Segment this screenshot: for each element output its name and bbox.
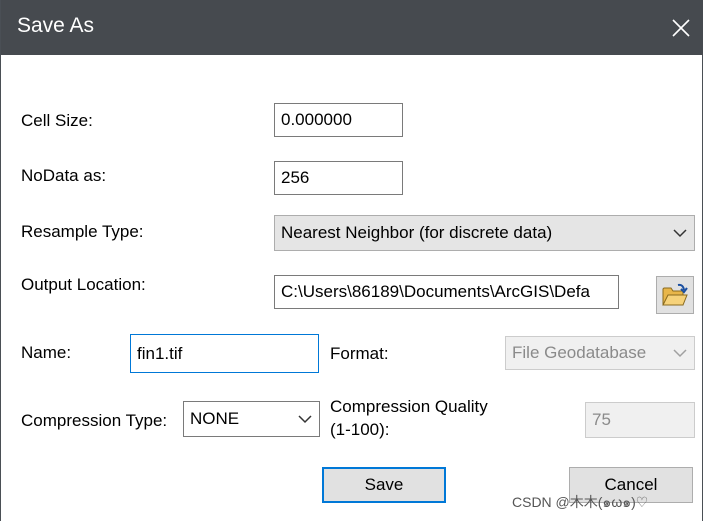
cell-size-value: 0.000000 bbox=[281, 110, 352, 129]
output-location-input[interactable]: C:\Users\86189\Documents\ArcGIS\Defa bbox=[274, 275, 619, 309]
chevron-down-icon bbox=[673, 349, 687, 358]
name-label: Name: bbox=[21, 343, 72, 362]
dialog-title: Save As bbox=[17, 14, 95, 37]
save-as-dialog: Save As Cell Size: 0.000000 NoData as: 2… bbox=[0, 0, 703, 521]
output-location-label: Output Location: bbox=[21, 275, 146, 294]
compression-type-label: Compression Type: bbox=[21, 411, 168, 430]
chevron-down-icon bbox=[673, 229, 687, 238]
compression-quality-label-line2: (1-100): bbox=[330, 420, 390, 439]
output-location-value: C:\Users\86189\Documents\ArcGIS\Defa bbox=[281, 282, 590, 301]
chevron-down-icon bbox=[298, 415, 312, 424]
close-button[interactable] bbox=[658, 0, 703, 55]
open-folder-icon bbox=[662, 283, 688, 306]
title-bar: Save As bbox=[1, 0, 703, 55]
compression-type-value: NONE bbox=[190, 409, 240, 428]
nodata-label: NoData as: bbox=[21, 166, 107, 185]
compression-type-dropdown[interactable]: NONE bbox=[183, 401, 320, 437]
compression-quality-input[interactable]: 75 bbox=[585, 402, 695, 438]
format-label: Format: bbox=[330, 344, 389, 363]
close-icon bbox=[672, 18, 690, 37]
resample-type-label: Resample Type: bbox=[21, 222, 144, 241]
format-dropdown[interactable]: File Geodatabase bbox=[505, 336, 695, 370]
resample-type-value: Nearest Neighbor (for discrete data) bbox=[281, 223, 553, 242]
save-button[interactable]: Save bbox=[322, 467, 446, 503]
nodata-input[interactable]: 256 bbox=[274, 161, 403, 195]
cell-size-label: Cell Size: bbox=[21, 111, 93, 130]
name-input[interactable]: fin1.tif bbox=[130, 334, 319, 373]
resample-type-dropdown[interactable]: Nearest Neighbor (for discrete data) bbox=[274, 215, 695, 251]
browse-folder-button[interactable] bbox=[656, 276, 694, 314]
cell-size-input[interactable]: 0.000000 bbox=[274, 103, 403, 137]
compression-quality-value: 75 bbox=[592, 410, 611, 429]
nodata-value: 256 bbox=[281, 168, 310, 187]
name-value: fin1.tif bbox=[137, 343, 183, 363]
format-value: File Geodatabase bbox=[512, 343, 647, 362]
csdn-watermark: CSDN @木木(๑ω๑)♡ bbox=[512, 494, 649, 510]
compression-quality-label-line1: Compression Quality bbox=[330, 397, 488, 416]
